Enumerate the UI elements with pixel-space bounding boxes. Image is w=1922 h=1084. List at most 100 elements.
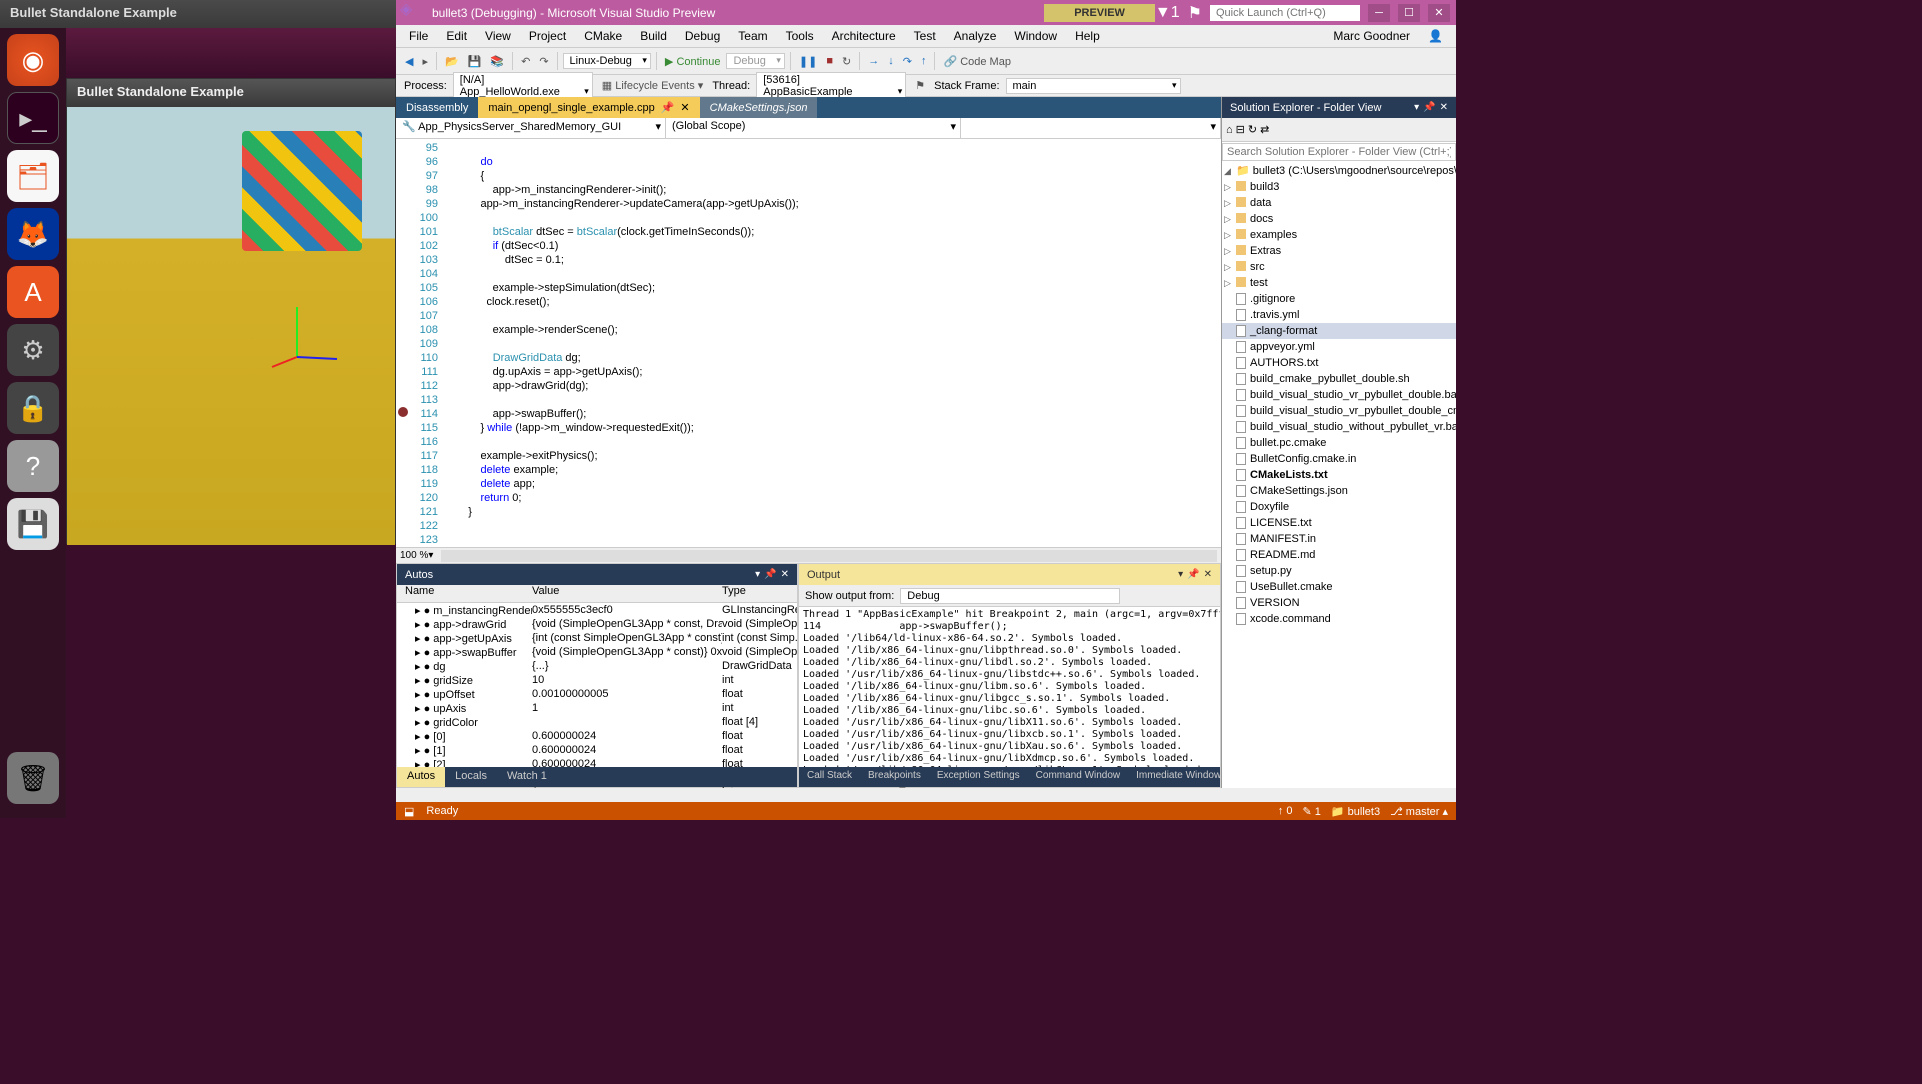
sol-file[interactable]: AUTHORS.txt xyxy=(1222,355,1456,371)
pin-icon[interactable]: 📌 xyxy=(1423,102,1435,113)
flag-icon[interactable]: ⚑ xyxy=(1188,3,1202,23)
sol-file[interactable]: build_visual_studio_without_pybullet_vr.… xyxy=(1222,419,1456,435)
dropdown-icon[interactable]: ▾ xyxy=(1414,102,1419,113)
pin-icon[interactable]: 📌 xyxy=(764,569,776,580)
tab-disassembly[interactable]: Disassembly xyxy=(396,97,478,118)
pin-icon[interactable]: 📌 xyxy=(1187,569,1199,580)
menu-view[interactable]: View xyxy=(476,26,520,46)
dropdown-icon[interactable]: ▾ xyxy=(755,569,760,580)
tab-exception[interactable]: Exception Settings xyxy=(929,767,1028,787)
sol-file[interactable]: build_visual_studio_vr_pybullet_double.b… xyxy=(1222,387,1456,403)
tab-command[interactable]: Command Window xyxy=(1028,767,1128,787)
sol-file[interactable]: appveyor.yml xyxy=(1222,339,1456,355)
menu-build[interactable]: Build xyxy=(631,26,676,46)
output-source-dropdown[interactable]: Debug xyxy=(900,588,1120,604)
menu-cmake[interactable]: CMake xyxy=(575,26,631,46)
menu-analyze[interactable]: Analyze xyxy=(945,26,1006,46)
menu-debug[interactable]: Debug xyxy=(676,26,729,46)
sol-file[interactable]: setup.py xyxy=(1222,563,1456,579)
sol-file[interactable]: Doxyfile xyxy=(1222,499,1456,515)
autos-row[interactable]: ▸ ● gridSize10int xyxy=(397,673,797,687)
sol-folder[interactable]: ▷examples xyxy=(1222,227,1456,243)
autos-row[interactable]: ▸ ● [0]0.600000024float xyxy=(397,729,797,743)
step-into-icon[interactable]: ↓ xyxy=(885,53,897,69)
sync-icon[interactable]: ⇄ xyxy=(1260,123,1269,136)
step-out-icon[interactable]: ↑ xyxy=(918,53,930,69)
debug-dropdown[interactable]: Debug xyxy=(726,53,784,69)
menu-project[interactable]: Project xyxy=(520,26,575,46)
lock-icon[interactable]: 🔒 xyxy=(7,382,59,434)
col-type[interactable]: Type xyxy=(722,585,797,602)
files-icon[interactable]: 🗂 xyxy=(7,150,59,202)
home-icon[interactable]: ⌂ xyxy=(1226,124,1233,136)
settings-icon[interactable]: ⚙ xyxy=(7,324,59,376)
autos-row[interactable]: ▸ ● [1]0.600000024float xyxy=(397,743,797,757)
branch-button[interactable]: ⎇ master ▴ xyxy=(1390,805,1448,818)
tab-cmakesettings[interactable]: CMakeSettings.json xyxy=(700,97,818,118)
sol-file[interactable]: build_cmake_pybullet_double.sh xyxy=(1222,371,1456,387)
quick-launch-input[interactable] xyxy=(1210,5,1360,21)
menu-architecture[interactable]: Architecture xyxy=(823,26,905,46)
bullet-window[interactable]: Bullet Standalone Example xyxy=(66,78,396,544)
menu-team[interactable]: Team xyxy=(729,26,776,46)
code-area[interactable]: 9596979899100101102103104105106107108109… xyxy=(396,139,1207,545)
sol-file[interactable]: .gitignore xyxy=(1222,291,1456,307)
close-icon[interactable]: ✕ xyxy=(1440,102,1448,113)
close-icon[interactable]: ✕ xyxy=(781,569,789,580)
autos-row[interactable]: ▸ ● m_instancingRenderer0x555555c3ecf0GL… xyxy=(397,603,797,617)
pin-icon[interactable]: 📌 xyxy=(661,101,675,114)
menu-tools[interactable]: Tools xyxy=(777,26,823,46)
maximize-button[interactable]: ☐ xyxy=(1398,4,1420,22)
menu-help[interactable]: Help xyxy=(1066,26,1109,46)
output-text[interactable]: Thread 1 "AppBasicExample" hit Breakpoin… xyxy=(799,607,1220,791)
nav-project-dropdown[interactable]: 🔧 App_PhysicsServer_SharedMemory_GUI xyxy=(396,118,666,138)
sol-file[interactable]: bullet.pc.cmake xyxy=(1222,435,1456,451)
sol-root[interactable]: ◢📁 bullet3 (C:\Users\mgoodner\source\rep… xyxy=(1222,163,1456,179)
stop-icon[interactable]: ■ xyxy=(823,53,836,69)
autos-row[interactable]: ▸ ● app->drawGrid{void (SimpleOpenGL3App… xyxy=(397,617,797,631)
codemap-button[interactable]: 🔗 Code Map xyxy=(940,53,1014,70)
repo-button[interactable]: 📁 bullet3 xyxy=(1331,805,1380,818)
menu-test[interactable]: Test xyxy=(905,26,945,46)
zoom-dropdown[interactable]: 100 % xyxy=(400,550,428,561)
dash-icon[interactable]: ◉ xyxy=(7,34,59,86)
user-avatar-icon[interactable]: 👤 xyxy=(1419,26,1452,46)
firefox-icon[interactable]: 🦊 xyxy=(7,208,59,260)
sol-file[interactable]: CMakeLists.txt xyxy=(1222,467,1456,483)
nav-member-dropdown[interactable] xyxy=(961,118,1221,138)
menu-file[interactable]: File xyxy=(400,26,437,46)
flag-filter-icon[interactable]: ⚑ xyxy=(912,77,928,94)
sol-file[interactable]: UseBullet.cmake xyxy=(1222,579,1456,595)
thread-dropdown[interactable]: [53616] AppBasicExample xyxy=(756,72,906,100)
restart-icon[interactable]: ↻ xyxy=(839,53,854,70)
sol-tree[interactable]: ◢📁 bullet3 (C:\Users\mgoodner\source\rep… xyxy=(1222,161,1456,629)
col-name[interactable]: Name xyxy=(397,585,532,602)
autos-row[interactable]: ▸ ● upAxis1int xyxy=(397,701,797,715)
step-over-icon[interactable]: ↷ xyxy=(900,53,915,70)
autos-row[interactable]: ▸ ● dg{...}DrawGridData xyxy=(397,659,797,673)
sol-file[interactable]: xcode.command xyxy=(1222,611,1456,627)
refresh-icon[interactable]: ↻ xyxy=(1248,123,1257,136)
tab-autos[interactable]: Autos xyxy=(397,767,445,787)
sol-folder[interactable]: ▷Extras xyxy=(1222,243,1456,259)
dropdown-icon[interactable]: ▾ xyxy=(1178,569,1183,580)
breakpoint-icon[interactable] xyxy=(398,407,408,417)
menu-edit[interactable]: Edit xyxy=(437,26,476,46)
redo-icon[interactable]: ↷ xyxy=(536,53,551,70)
autos-row[interactable]: ▸ ● upOffset0.00100000005float xyxy=(397,687,797,701)
sol-file[interactable]: BulletConfig.cmake.in xyxy=(1222,451,1456,467)
autos-row[interactable]: ▸ ● app->swapBuffer{void (SimpleOpenGL3A… xyxy=(397,645,797,659)
sol-folder[interactable]: ▷data xyxy=(1222,195,1456,211)
tab-immediate[interactable]: Immediate Window xyxy=(1128,767,1229,787)
menu-window[interactable]: Window xyxy=(1005,26,1066,46)
help-icon[interactable]: ? xyxy=(7,440,59,492)
sol-file[interactable]: .travis.yml xyxy=(1222,307,1456,323)
tab-breakpoints[interactable]: Breakpoints xyxy=(860,767,929,787)
process-dropdown[interactable]: [N/A] App_HelloWorld.exe xyxy=(453,72,593,100)
sol-file[interactable]: build_visual_studio_vr_pybullet_double_c… xyxy=(1222,403,1456,419)
notification-icon[interactable]: ▼1 xyxy=(1155,4,1180,22)
minimize-button[interactable]: ─ xyxy=(1368,4,1390,22)
step-next-icon[interactable]: → xyxy=(865,53,882,69)
nav-back-icon[interactable]: ◀ xyxy=(402,53,416,70)
sol-file[interactable]: VERSION xyxy=(1222,595,1456,611)
